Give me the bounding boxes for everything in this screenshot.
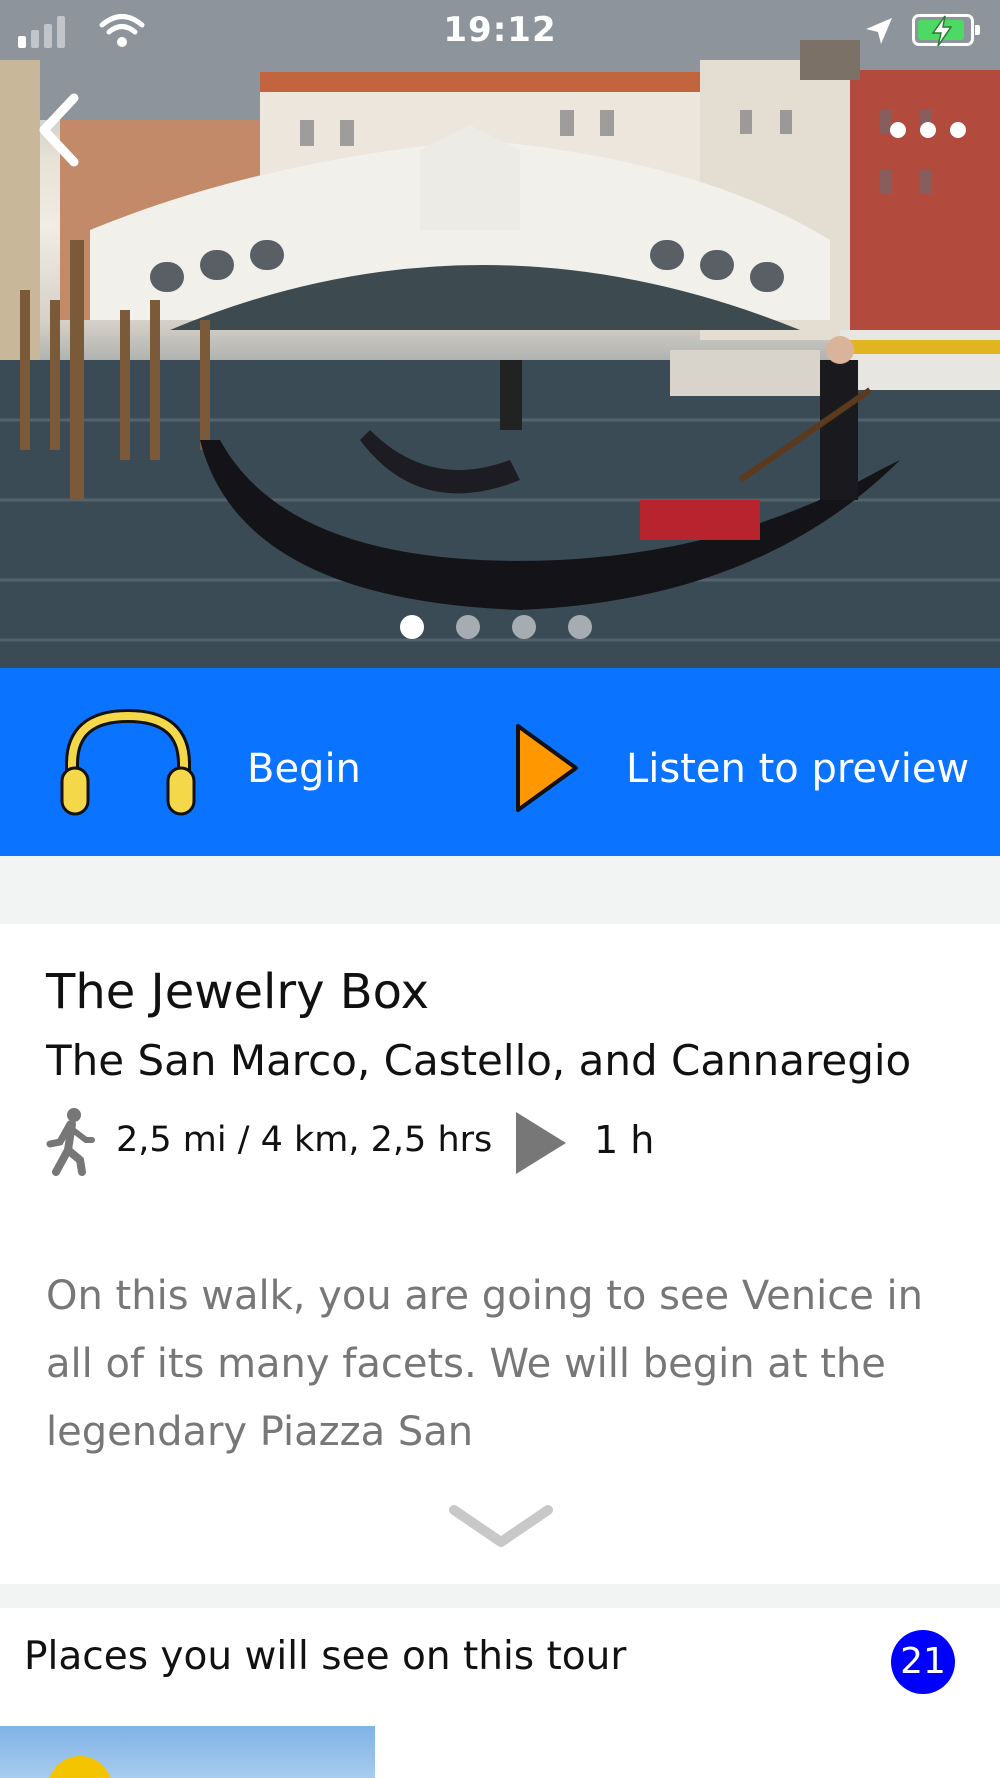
place-card-thumbnail[interactable] bbox=[0, 1726, 375, 1778]
tour-title: The Jewelry Box bbox=[46, 964, 429, 1020]
action-bar: Begin Listen to preview bbox=[0, 668, 1000, 856]
place-number-badge bbox=[48, 1756, 112, 1778]
image-pager[interactable] bbox=[400, 615, 592, 639]
headphones-icon bbox=[60, 708, 196, 816]
status-bar: 19:12 bbox=[0, 0, 1000, 64]
walking-person-icon bbox=[46, 1108, 95, 1176]
tour-info-card: The Jewelry Box The San Marco, Castello,… bbox=[0, 924, 1000, 1584]
chevron-down-icon bbox=[449, 1505, 553, 1547]
begin-label: Begin bbox=[247, 746, 361, 792]
tour-meta: 2,5 mi / 4 km, 2,5 hrs 1 h bbox=[46, 1108, 946, 1178]
more-dot bbox=[920, 122, 936, 138]
pager-dot-1[interactable] bbox=[400, 615, 424, 639]
location-arrow-icon bbox=[866, 18, 892, 44]
expand-description-button[interactable] bbox=[446, 1502, 556, 1552]
listen-preview-label: Listen to preview bbox=[626, 746, 970, 792]
more-dot bbox=[950, 122, 966, 138]
places-count-badge: 21 bbox=[891, 1630, 955, 1694]
tour-subtitle: The San Marco, Castello, and Cannaregio bbox=[46, 1036, 912, 1085]
charging-bolt-icon bbox=[931, 15, 953, 47]
pager-dot-2[interactable] bbox=[456, 615, 480, 639]
hero-image[interactable]: 19:12 bbox=[0, 0, 1000, 668]
places-title: Places you will see on this tour bbox=[24, 1634, 627, 1679]
more-options-button[interactable] bbox=[890, 115, 980, 145]
tour-audio-duration: 1 h bbox=[594, 1118, 655, 1162]
venice-scene-illustration bbox=[0, 0, 1000, 668]
tour-distance: 2,5 mi / 4 km, 2,5 hrs bbox=[116, 1120, 493, 1160]
tour-description: On this walk, you are going to see Venic… bbox=[46, 1273, 923, 1455]
play-icon bbox=[516, 1112, 566, 1174]
pager-dot-4[interactable] bbox=[568, 615, 592, 639]
begin-button[interactable]: Begin bbox=[50, 708, 410, 818]
section-divider bbox=[0, 1584, 1000, 1608]
status-time: 19:12 bbox=[443, 10, 557, 50]
places-header: Places you will see on this tour 21 bbox=[0, 1608, 1000, 1718]
more-dot bbox=[890, 122, 906, 138]
battery-charging-icon bbox=[912, 14, 980, 47]
back-button[interactable] bbox=[30, 90, 90, 170]
pager-dot-3[interactable] bbox=[512, 615, 536, 639]
listen-preview-button[interactable]: Listen to preview bbox=[510, 708, 980, 818]
play-icon bbox=[516, 724, 578, 812]
section-divider bbox=[0, 856, 1000, 924]
chevron-left-icon bbox=[39, 93, 79, 167]
